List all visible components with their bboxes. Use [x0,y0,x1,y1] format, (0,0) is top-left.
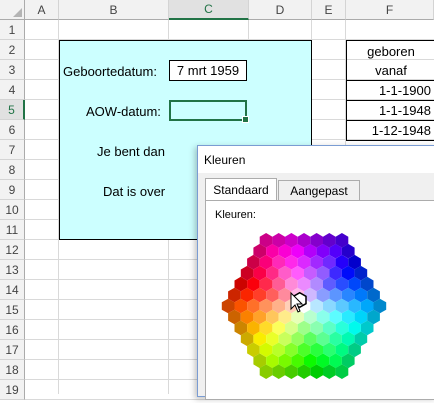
row-header-3[interactable]: 3 [0,60,25,80]
row-header-13[interactable]: 13 [0,260,25,280]
age-label: Je bent dan [97,144,165,159]
row-header-15[interactable]: 15 [0,300,25,320]
row-header-10[interactable]: 10 [0,200,25,220]
column-header-a[interactable]: A [25,0,59,20]
row-header-4[interactable]: 4 [0,80,25,100]
row-header-5[interactable]: 5 [0,100,25,120]
color-honeycomb[interactable] [216,223,416,398]
colors-dialog: Kleuren Standaard Aangepast Kleuren: [197,145,434,400]
row-header-7[interactable]: 7 [0,140,25,160]
birth-date-cell[interactable]: 7 mrt 1959 [169,60,247,81]
remaining-label: Dat is over [103,184,166,199]
row-header-18[interactable]: 18 [0,360,25,380]
birth-date-label: Geboortedatum: [63,64,157,79]
table-header-line1: geboren [367,43,415,59]
row-header-6[interactable]: 6 [0,120,25,140]
colors-label: Kleuren: [215,209,256,221]
column-header-partial[interactable] [426,0,434,20]
aow-date-label: AOW-datum: [86,104,161,119]
table-header-line2: vanaf [347,61,434,81]
row-header-16[interactable]: 16 [0,320,25,340]
tab-custom[interactable]: Aangepast [278,180,360,200]
select-all-corner[interactable] [0,0,25,20]
column-header-b[interactable]: B [59,0,169,20]
column-header-d[interactable]: D [249,0,312,20]
row-header-14[interactable]: 14 [0,280,25,300]
table-row[interactable]: 1-1-1948 [347,101,434,121]
tab-standard[interactable]: Standaard [205,178,277,201]
row-header-17[interactable]: 17 [0,340,25,360]
row-header-19[interactable]: 19 [0,380,25,400]
row-header-1[interactable]: 1 [0,20,25,40]
row-header-9[interactable]: 9 [0,180,25,200]
column-header-e[interactable]: E [312,0,346,20]
column-header-c[interactable]: C [169,0,249,20]
column-header-f[interactable]: F [346,0,434,20]
mouse-pointer-icon [290,292,304,313]
row-header-2[interactable]: 2 [0,40,25,60]
table-row[interactable]: 1-1-1900 [347,81,434,101]
row-header-12[interactable]: 12 [0,240,25,260]
aow-date-cell-selected[interactable] [169,100,249,123]
birth-range-table: geboren vanaf 1-1-1900 1-1-1948 1-12-194… [346,40,434,141]
row-header-8[interactable]: 8 [0,160,25,180]
dialog-title[interactable]: Kleuren [198,146,434,173]
row-header-11[interactable]: 11 [0,220,25,240]
standard-tab-panel: Kleuren: [205,200,434,400]
table-row[interactable]: 1-12-1948 [347,121,434,141]
